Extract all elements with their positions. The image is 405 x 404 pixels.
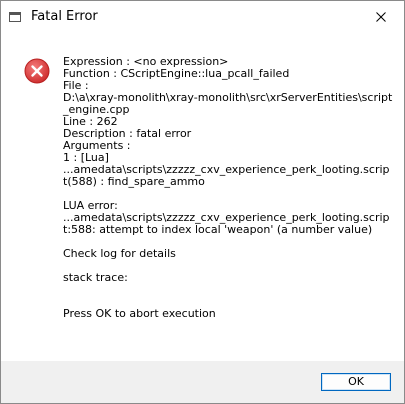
lua-error-detail: ...amedata\scripts\zzzzz_cxv_experience_… [63, 211, 390, 236]
close-button[interactable] [358, 1, 404, 33]
stack-trace-line: stack trace: [63, 271, 128, 284]
argument-1-detail-line: ...amedata\scripts\zzzzz_cxv_experience_… [63, 163, 390, 188]
arguments-line: Arguments : [63, 139, 131, 152]
window-title: Fatal Error [31, 9, 98, 24]
dialog-footer: OK [1, 361, 404, 403]
close-icon [376, 12, 386, 22]
dialog-body: Expression : <no expression> Function : … [1, 33, 404, 361]
error-icon [24, 58, 50, 84]
file-path-line: D:\a\xray-monolith\xray-monolith\src\xrS… [63, 91, 393, 116]
check-log-line: Check log for details [63, 247, 176, 260]
application-icon [9, 12, 21, 22]
fatal-error-dialog: Fatal Error Expression : <no expression>… [0, 0, 405, 404]
abort-prompt-line: Press OK to abort execution [63, 307, 216, 320]
ok-button[interactable]: OK [321, 373, 391, 391]
title-bar[interactable]: Fatal Error [1, 1, 404, 33]
error-message: Expression : <no expression> Function : … [63, 56, 393, 320]
function-line: Function : CScriptEngine::lua_pcall_fail… [63, 67, 290, 80]
